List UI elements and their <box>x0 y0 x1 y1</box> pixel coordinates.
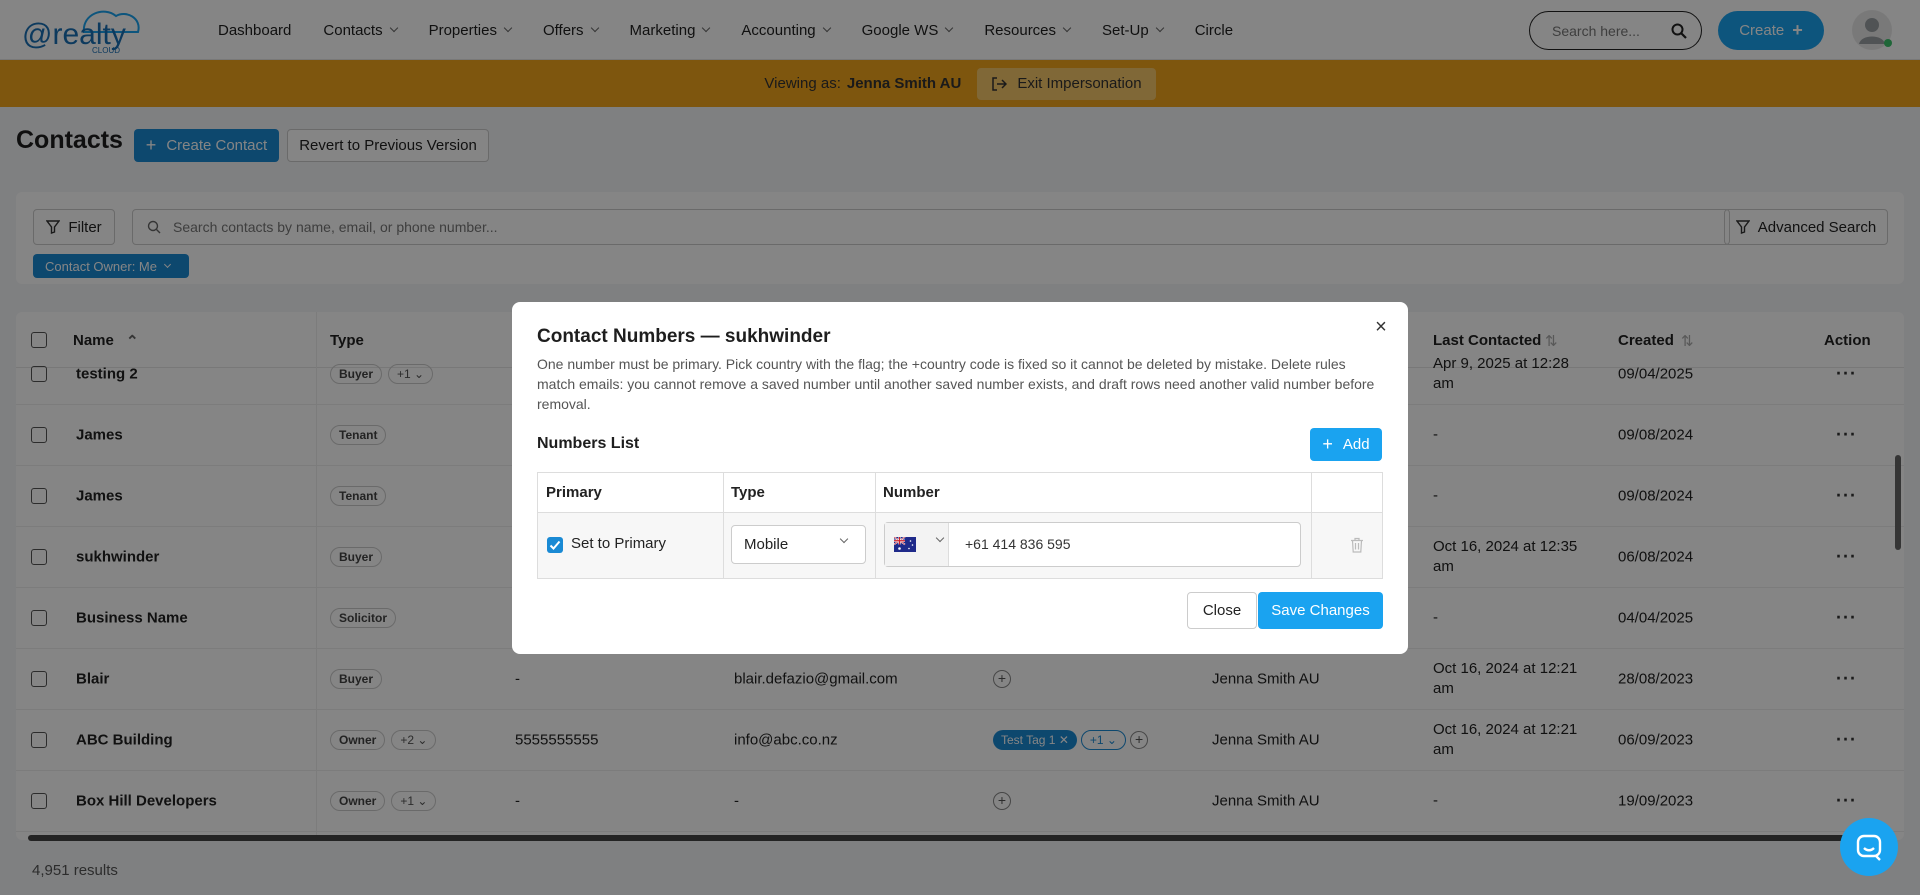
column-divider <box>723 473 724 578</box>
numbers-table-header: Primary Type Number <box>538 473 1382 513</box>
country-flag-select[interactable] <box>885 523 949 566</box>
close-button[interactable]: Close <box>1187 592 1257 629</box>
close-icon[interactable]: × <box>1372 317 1390 337</box>
check-icon <box>549 540 561 550</box>
australia-flag-icon <box>894 537 916 552</box>
add-label: Add <box>1342 436 1370 453</box>
chevron-down-icon <box>839 534 849 544</box>
numbers-table: Primary Type Number Set to Primary Mobil… <box>537 472 1383 579</box>
number-type-value: Mobile <box>744 536 789 553</box>
support-chat-button[interactable] <box>1840 818 1898 876</box>
number-type-select[interactable]: Mobile <box>731 525 866 564</box>
phone-number-field[interactable]: +61 414 836 595 <box>884 522 1301 567</box>
primary-label: Set to Primary <box>571 535 667 552</box>
add-number-button[interactable]: + Add <box>1310 428 1382 461</box>
modal-title: Contact Numbers — sukhwinder <box>537 326 831 347</box>
primary-checkbox[interactable] <box>547 537 563 553</box>
col-primary: Primary <box>546 484 602 501</box>
contact-numbers-modal: Contact Numbers — sukhwinder × One numbe… <box>512 302 1408 654</box>
chevron-down-icon <box>935 533 945 543</box>
plus-icon: + <box>1322 434 1333 454</box>
phone-number-value[interactable]: +61 414 836 595 <box>965 536 1071 552</box>
chat-icon <box>1856 834 1882 861</box>
column-divider <box>875 473 876 578</box>
save-changes-button[interactable]: Save Changes <box>1258 592 1383 629</box>
col-number: Number <box>883 484 940 501</box>
number-row: Set to Primary Mobile +61 414 836 595 <box>538 513 1382 578</box>
numbers-list-title: Numbers List <box>537 435 640 452</box>
col-type: Type <box>731 484 765 501</box>
column-divider <box>1311 473 1312 578</box>
trash-icon[interactable] <box>1350 537 1364 553</box>
modal-description: One number must be primary. Pick country… <box>537 356 1375 412</box>
